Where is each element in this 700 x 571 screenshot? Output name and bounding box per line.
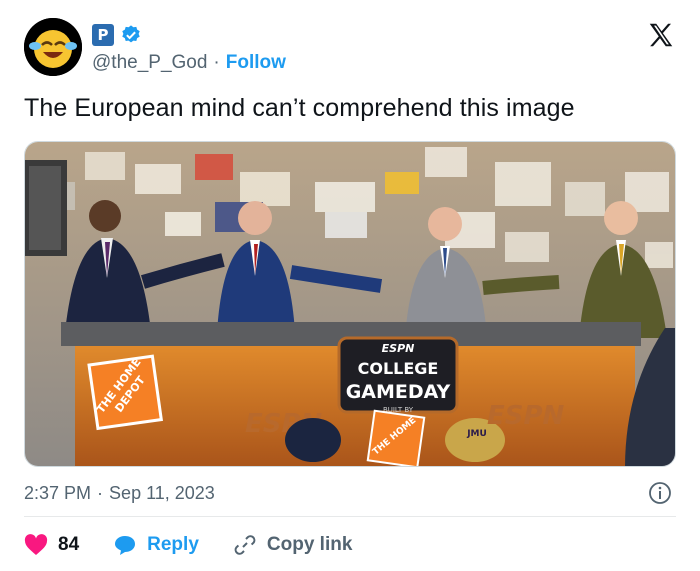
jmu-helmet-text: JMU: [466, 429, 487, 439]
laughing-emoji-icon: [24, 18, 82, 76]
sports-broadcast-photo: THE HOME DEPOT ESPN ESPN COLLEGE GAMEDAY…: [25, 142, 675, 466]
copy-link-label: Copy link: [266, 534, 353, 555]
tweet-meta: 2:37 PM · Sep 11, 2023: [24, 482, 676, 504]
author-handle[interactable]: @the_P_God: [92, 52, 207, 74]
verified-badge-icon: [122, 25, 140, 43]
author-info: P @the_P_God · Follow: [92, 24, 286, 74]
profile-badge: P: [92, 24, 114, 46]
reply-label: Reply: [147, 534, 199, 555]
link-icon: [234, 535, 256, 555]
like-button[interactable]: 84: [24, 534, 79, 556]
x-logo-icon[interactable]: [646, 20, 676, 50]
tweet-date[interactable]: Sep 11, 2023: [109, 483, 215, 504]
tweet-time[interactable]: 2:37 PM: [24, 483, 91, 504]
tweet-media-image[interactable]: THE HOME DEPOT ESPN ESPN COLLEGE GAMEDAY…: [24, 141, 676, 467]
info-icon[interactable]: [648, 481, 672, 505]
college-text: COLLEGE: [358, 359, 439, 378]
gameday-espn-text: ESPN: [382, 342, 415, 355]
gameday-text: GAMEDAY: [346, 381, 451, 403]
follow-button[interactable]: Follow: [226, 52, 286, 74]
author-avatar[interactable]: [24, 18, 82, 76]
tweet-header: P @the_P_God · Follow: [24, 18, 676, 78]
tweet-text: The European mind can’t comprehend this …: [24, 94, 575, 122]
divider: [24, 516, 676, 517]
reply-button[interactable]: Reply: [113, 534, 199, 556]
espn-desk-right-text: ESPN: [487, 401, 565, 431]
reply-bubble-icon: [115, 536, 136, 555]
like-count: 84: [58, 534, 80, 555]
copy-link-button[interactable]: Copy link: [233, 533, 353, 557]
tweet-actions: 84 Reply Copy link: [24, 531, 386, 559]
heart-icon: [24, 534, 48, 555]
handle-separator: ·: [213, 52, 220, 73]
meta-separator: ·: [97, 482, 104, 503]
